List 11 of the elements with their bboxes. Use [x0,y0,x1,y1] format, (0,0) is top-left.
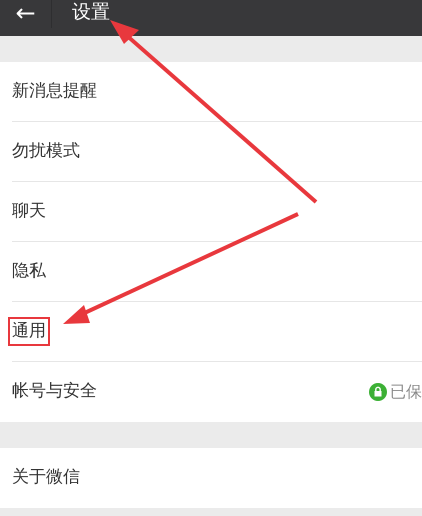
item-label: 通用 [8,316,50,346]
item-label: 聊天 [12,200,46,223]
status-text: 已保 [390,381,422,403]
lock-icon [369,383,387,401]
item-label: 帐号与安全 [12,380,97,404]
window-title: 设置 [72,1,110,23]
item-label: 隐私 [12,260,46,283]
item-label: 新消息提醒 [12,80,97,103]
item-label: 勿扰模式 [12,140,80,163]
back-button[interactable]: ← [0,0,52,28]
item-label: 关于微信 [12,466,80,490]
